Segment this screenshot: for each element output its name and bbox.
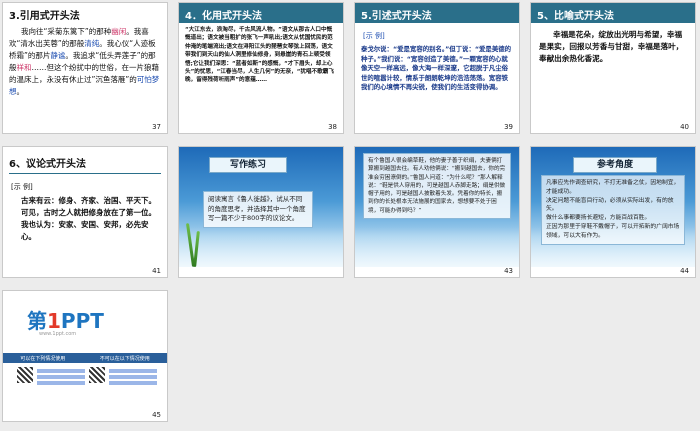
slide-37[interactable]: 3.引用式开头法 我向往“采菊东篱下”的那种幽闲。我喜欢“清水出芙蓉”的那般清纯… — [2, 2, 168, 134]
slide-number: 40 — [680, 123, 689, 131]
slide-body: 阅读寓言《鲁人徙越》，试从不同的角度思考，并选择其中一个角度写一篇不少于800字… — [203, 191, 313, 228]
example-label: [示 例] — [363, 32, 385, 40]
slide-title: 写作练习 — [209, 157, 287, 173]
slide-40[interactable]: 5、比喻式开头法 幸福是花朵，绽放出光明与希望，幸福是果实，回报以芳香与甘甜，幸… — [530, 2, 696, 134]
slide-body: 幸福是花朵，绽放出光明与希望，幸福是果实，回报以芳香与甘甜，幸福是落叶，奉献出余… — [539, 30, 684, 63]
slide-number: 45 — [152, 411, 161, 419]
slide-body: 我向往“采菊东篱下”的那种幽闲。我喜欢“清水出芙蓉”的那般清纯。我心仪“人迹板桥… — [9, 27, 160, 96]
slide-number: 41 — [152, 267, 161, 275]
logo-url: www.1ppt.com — [39, 331, 77, 337]
slide-title: 3.引用式开头法 — [9, 11, 80, 22]
slide-number: 44 — [680, 267, 689, 275]
slide-number: 39 — [504, 123, 513, 131]
slide-number: 37 — [152, 123, 161, 131]
ocean-background: 参考角度 凡事应先作调查研究，不打无准备之仗，因地制宜，才能成功。 决定问题不能… — [531, 147, 695, 267]
links-grid — [17, 367, 157, 407]
slide-38[interactable]: 4．化用式开头法 “大江东去，浪淘尽，千古风流人物。”语文从那古人口中慨慨道出；… — [178, 2, 344, 134]
slide-title: 参考角度 — [573, 157, 657, 173]
slide-body: “大江东去，浪淘尽，千古风流人物。”语文从那古人口中慨慨道出；语文被当粗扩的张飞… — [185, 27, 334, 84]
slide-body: 泰戈尔说：“爱是宽容的别名。”但丁说：“爱是美德的种子。”我们说：“宽容创造了美… — [361, 45, 511, 92]
info-bar: 可以在下列情况使用 不可以在以下情况使用 — [3, 353, 167, 363]
slide-body: 有个鲁国人很会编草鞋，他的妻子善于织绢，夫妻俩打算搬到越国去往。有人劝他俩说：“… — [363, 153, 511, 220]
ocean-background: 有个鲁国人很会编草鞋，他的妻子善于织绢，夫妻俩打算搬到越国去往。有人劝他俩说：“… — [355, 147, 519, 267]
slide-number: 38 — [328, 123, 337, 131]
logo-area: 第1PPT www.1ppt.com — [3, 291, 167, 345]
ocean-background: 写作练习 阅读寓言《鲁人徙越》，试从不同的角度思考，并选择其中一个角度写一篇不少… — [179, 147, 343, 267]
qr-code-icon — [89, 367, 105, 383]
brand-logo: 第1PPT — [27, 309, 104, 333]
slide-number: 42 — [328, 267, 337, 275]
slide-45[interactable]: 第1PPT www.1ppt.com 可以在下列情况使用 不可以在以下情况使用 … — [2, 290, 168, 422]
example-label: [示 例] — [11, 183, 33, 191]
slide-title: 5.引述式开头法 — [355, 3, 519, 23]
slide-43[interactable]: 有个鲁国人很会编草鞋，他的妻子善于织绢，夫妻俩打算搬到越国去往。有人劝他俩说：“… — [354, 146, 520, 278]
slide-title: 6、议论式开头法 — [9, 159, 86, 170]
slide-body: 古来有云：修身、齐家、治国、平天下。可见，古时之人就把修身放在了第一位。我也认为… — [21, 196, 156, 241]
slide-42[interactable]: 写作练习 阅读寓言《鲁人徙越》，试从不同的角度思考，并选择其中一个角度写一篇不少… — [178, 146, 344, 278]
slide-44[interactable]: 参考角度 凡事应先作调查研究，不打无准备之仗，因地制宜，才能成功。 决定问题不能… — [530, 146, 696, 278]
slide-title: 5、比喻式开头法 — [531, 3, 695, 23]
slide-body: 凡事应先作调查研究，不打无准备之仗，因地制宜，才能成功。 决定问题不能盲目行动，… — [541, 175, 685, 245]
slide-41[interactable]: 6、议论式开头法 [示 例] 古来有云：修身、齐家、治国、平天下。可见，古时之人… — [2, 146, 168, 278]
slide-title: 4．化用式开头法 — [179, 3, 343, 23]
slide-39[interactable]: 5.引述式开头法 [示 例] 泰戈尔说：“爱是宽容的别名。”但丁说：“爱是美德的… — [354, 2, 520, 134]
qr-code-icon — [17, 367, 33, 383]
slide-number: 43 — [504, 267, 513, 275]
